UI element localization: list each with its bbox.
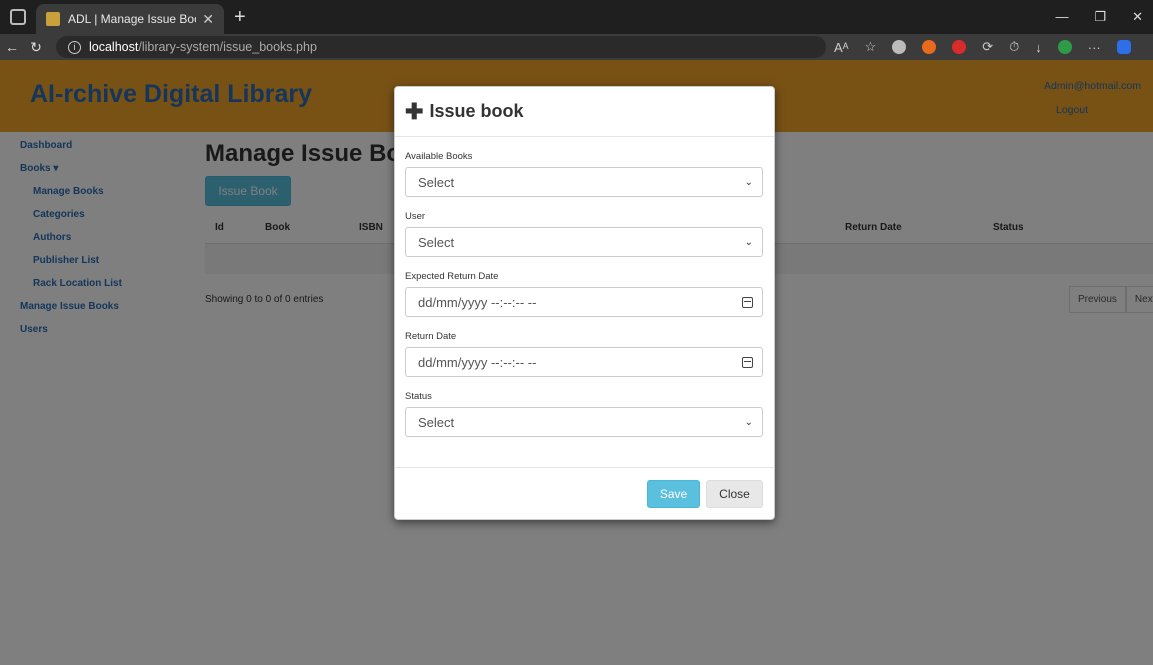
chevron-down-icon: ⌄	[744, 176, 753, 188]
window-controls: — ❐ ✕	[1055, 0, 1153, 34]
minimize-icon[interactable]: —	[1055, 0, 1068, 34]
modal-body: Available Books Select ⌄ User Select ⌄ E…	[395, 137, 774, 461]
status-value: Select	[418, 414, 455, 430]
plus-icon: ✚	[405, 98, 424, 124]
extension-icon[interactable]	[892, 40, 907, 54]
extension-icon[interactable]	[922, 40, 937, 54]
new-tab-icon[interactable]: +	[234, 6, 246, 29]
browser-tab[interactable]: ADL | Manage Issue Books ✕	[36, 4, 224, 34]
return-date-label: Return Date	[405, 331, 457, 342]
restore-icon[interactable]: ❐	[1094, 0, 1106, 34]
chevron-down-icon: ⌄	[744, 416, 753, 428]
calendar-icon[interactable]	[742, 296, 753, 308]
status-label: Status	[405, 391, 432, 402]
browser-toolbar-icons: Aᴬ ☆ ⟳ ⏱ ↓ ···	[834, 39, 1131, 55]
window-menu-icon[interactable]	[10, 9, 26, 25]
close-button[interactable]: Close	[706, 479, 763, 508]
return-date-input[interactable]: dd/mm/yyyy --:--:-- --	[405, 347, 763, 377]
close-window-icon[interactable]: ✕	[1132, 0, 1143, 34]
refresh-icon[interactable]: ↻	[24, 39, 48, 56]
modal-header: ✚ Issue book	[395, 87, 774, 137]
available-books-select[interactable]: Select ⌄	[405, 167, 763, 197]
extensions-icon[interactable]: ⟳	[982, 39, 993, 55]
profile-icon[interactable]	[1057, 40, 1072, 54]
modal-footer: Save Close	[395, 467, 774, 519]
expected-return-date-input[interactable]: dd/mm/yyyy --:--:-- --	[405, 287, 763, 317]
site-info-icon[interactable]: i	[68, 40, 81, 54]
user-label: User	[405, 211, 426, 222]
read-aloud-icon[interactable]: Aᴬ	[834, 40, 849, 55]
chevron-down-icon: ⌄	[744, 236, 753, 248]
status-select[interactable]: Select ⌄	[405, 407, 763, 437]
url-host: localhost	[89, 40, 139, 54]
user-select[interactable]: Select ⌄	[405, 227, 763, 257]
copilot-icon[interactable]	[1116, 40, 1131, 54]
browser-tab-strip: ADL | Manage Issue Books ✕ + — ❐ ✕	[0, 0, 1153, 34]
available-books-label: Available Books	[405, 151, 473, 162]
expected-return-date-placeholder: dd/mm/yyyy --:--:-- --	[418, 294, 537, 310]
issue-book-modal: ✚ Issue book Available Books Select ⌄ Us…	[394, 86, 775, 520]
available-books-value: Select	[418, 174, 455, 190]
user-value: Select	[418, 234, 455, 250]
more-options-icon[interactable]: ···	[1088, 40, 1101, 55]
expected-return-date-label: Expected Return Date	[405, 271, 499, 282]
address-bar-row: ← ↻ i localhost /library-system/issue_bo…	[0, 34, 1153, 60]
url-path: /library-system/issue_books.php	[138, 40, 317, 54]
favorite-star-icon[interactable]: ☆	[865, 39, 877, 55]
favicon-icon	[46, 12, 60, 26]
calendar-icon[interactable]	[742, 356, 753, 368]
save-button[interactable]: Save	[647, 479, 700, 508]
tab-title: ADL | Manage Issue Books	[68, 12, 196, 26]
extension-icon[interactable]	[952, 40, 967, 54]
close-tab-icon[interactable]: ✕	[202, 11, 214, 28]
return-date-placeholder: dd/mm/yyyy --:--:-- --	[418, 354, 537, 370]
download-icon[interactable]: ↓	[1035, 40, 1042, 55]
history-icon[interactable]: ⏱	[1009, 39, 1019, 55]
modal-title: Issue book	[429, 101, 524, 121]
url-field[interactable]: i localhost /library-system/issue_books.…	[56, 36, 826, 58]
back-icon[interactable]: ←	[0, 39, 24, 55]
